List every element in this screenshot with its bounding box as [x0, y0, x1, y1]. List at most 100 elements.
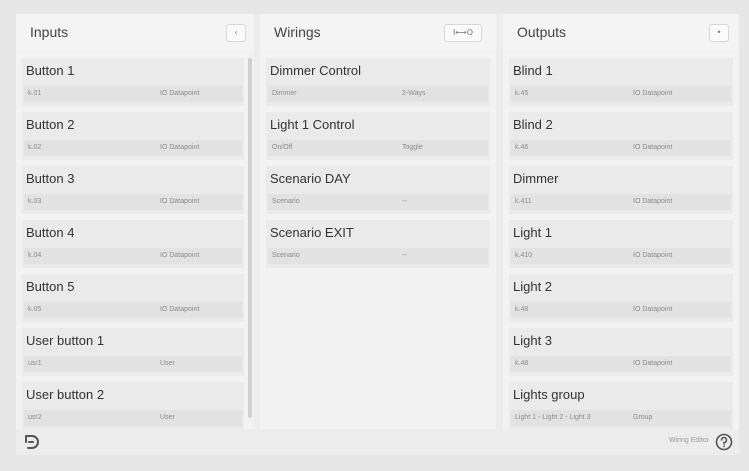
card-title: User button 2 [26, 387, 105, 402]
wiring-type: Scenario [272, 252, 300, 259]
card-address: usr1 [28, 360, 42, 367]
footer-bar: Wiring Editor [16, 429, 739, 455]
card-title: Button 4 [26, 225, 75, 240]
outputs-list: Blind 1 k.45 IO Datapoint Blind 2 k.46 IO Dat… [509, 58, 733, 429]
wiring-type: On/Off [272, 144, 293, 151]
output-card[interactable]: Lights group Light 1 - Light 2 - Light 3 G… [509, 382, 733, 429]
output-card[interactable]: Dimmer k.411 IO Datapoint [509, 166, 733, 214]
outputs-header: Outputs • [503, 14, 739, 50]
card-type: User [160, 414, 175, 421]
card-title: Button 2 [26, 117, 75, 132]
wirings-header: Wirings I⟷O [260, 14, 496, 50]
input-card[interactable]: Button 3 k.03 IO Datapoint [22, 166, 244, 214]
wirings-list: Dimmer Control Dimmer 2-Ways Light 1 Contro… [266, 58, 490, 274]
card-address: k.03 [28, 198, 42, 205]
card-details: k.48 IO Datapoint [511, 356, 731, 372]
outputs-title: Outputs [517, 24, 567, 40]
card-title: Blind 2 [513, 117, 553, 132]
card-type: IO Datapoint [160, 198, 200, 205]
wiring-card[interactable]: Scenario DAY Scenario -- [266, 166, 490, 214]
card-type: Group [633, 414, 653, 421]
card-details: usr1 User [24, 356, 242, 372]
card-type: IO Datapoint [160, 90, 200, 97]
wiring-type: Dimmer [272, 90, 297, 97]
inputs-panel: Inputs ‹ Button 1 k.01 IO Datapoint Button … [16, 14, 254, 429]
card-details: k.02 IO Datapoint [24, 140, 242, 156]
card-address: k.46 [515, 144, 529, 151]
card-address: k.05 [28, 306, 42, 313]
card-type: IO Datapoint [160, 306, 200, 313]
card-address: k.410 [515, 252, 533, 259]
logo-icon [25, 435, 39, 449]
card-title: Light 1 Control [270, 117, 355, 132]
card-title: Button 3 [26, 171, 75, 186]
outputs-menu-button[interactable]: • [709, 24, 729, 42]
card-details: Scenario -- [268, 248, 488, 264]
card-details: Light 1 - Light 2 - Light 3 Group [511, 410, 731, 426]
card-title: Button 1 [26, 63, 75, 78]
card-type: IO Datapoint [160, 252, 200, 259]
connect-button[interactable]: I⟷O [444, 24, 482, 42]
inputs-list: Button 1 k.01 IO Datapoint Button 2 k.02 IO D… [22, 58, 244, 429]
input-card[interactable]: Button 1 k.01 IO Datapoint [22, 58, 244, 106]
card-address: k.48 [515, 360, 529, 367]
card-details: usr2 User [24, 410, 242, 426]
card-title: Dimmer [513, 171, 559, 186]
card-address: Light 1 - Light 2 - Light 3 [515, 414, 591, 421]
card-title: Light 1 [513, 225, 553, 240]
output-card[interactable]: Light 1 k.410 IO Datapoint [509, 220, 733, 268]
card-details: k.410 IO Datapoint [511, 248, 731, 264]
card-address: k.48 [515, 306, 529, 313]
wiring-card[interactable]: Light 1 Control On/Off Toggle [266, 112, 490, 160]
input-card[interactable]: Button 2 k.02 IO Datapoint [22, 112, 244, 160]
card-type: IO Datapoint [633, 306, 673, 313]
card-address: k.411 [515, 198, 532, 205]
output-card[interactable]: Light 2 k.48 IO Datapoint [509, 274, 733, 322]
wiring-type: Scenario [272, 198, 300, 205]
inputs-title: Inputs [30, 24, 69, 40]
card-type: User [160, 360, 175, 367]
input-card[interactable]: User button 2 usr2 User [22, 382, 244, 429]
card-details: k.03 IO Datapoint [24, 194, 242, 210]
card-title: User button 1 [26, 333, 105, 348]
card-title: Scenario EXIT [270, 225, 354, 240]
help-icon[interactable] [715, 433, 733, 451]
card-address: usr2 [28, 414, 42, 421]
card-type: IO Datapoint [633, 198, 673, 205]
wiring-mode: Toggle [402, 144, 423, 151]
card-title: Dimmer Control [270, 63, 362, 78]
card-details: k.411 IO Datapoint [511, 194, 731, 210]
wiring-mode: 2-Ways [402, 90, 426, 97]
outputs-panel: Outputs • Blind 1 k.45 IO Datapoint Blind 2… [503, 14, 739, 429]
wirings-title: Wirings [274, 24, 321, 40]
card-type: IO Datapoint [633, 90, 673, 97]
card-details: k.01 IO Datapoint [24, 86, 242, 102]
card-type: IO Datapoint [633, 360, 673, 367]
output-card[interactable]: Blind 1 k.45 IO Datapoint [509, 58, 733, 106]
card-title: Blind 1 [513, 63, 553, 78]
output-card[interactable]: Blind 2 k.46 IO Datapoint [509, 112, 733, 160]
inputs-scrollbar[interactable] [248, 58, 252, 418]
card-details: k.04 IO Datapoint [24, 248, 242, 264]
output-card[interactable]: Light 3 k.48 IO Datapoint [509, 328, 733, 376]
wiring-card[interactable]: Dimmer Control Dimmer 2-Ways [266, 58, 490, 106]
input-card[interactable]: User button 1 usr1 User [22, 328, 244, 376]
input-card[interactable]: Button 4 k.04 IO Datapoint [22, 220, 244, 268]
card-type: IO Datapoint [633, 252, 673, 259]
card-title: Button 5 [26, 279, 75, 294]
card-title: Scenario DAY [270, 171, 351, 186]
card-address: k.45 [515, 90, 529, 97]
card-address: k.04 [28, 252, 42, 259]
card-details: Scenario -- [268, 194, 488, 210]
card-address: k.02 [28, 144, 42, 151]
wirings-panel: Wirings I⟷O Dimmer Control Dimmer 2-Ways Li… [260, 14, 496, 429]
wiring-card[interactable]: Scenario EXIT Scenario -- [266, 220, 490, 268]
input-card[interactable]: Button 5 k.05 IO Datapoint [22, 274, 244, 322]
wiring-mode: -- [402, 252, 407, 259]
inputs-collapse-button[interactable]: ‹ [226, 24, 246, 42]
card-address: k.01 [28, 90, 42, 97]
card-title: Light 2 [513, 279, 553, 294]
card-details: k.46 IO Datapoint [511, 140, 731, 156]
wiring-editor: Inputs ‹ Button 1 k.01 IO Datapoint Button … [16, 14, 739, 455]
card-details: On/Off Toggle [268, 140, 488, 156]
